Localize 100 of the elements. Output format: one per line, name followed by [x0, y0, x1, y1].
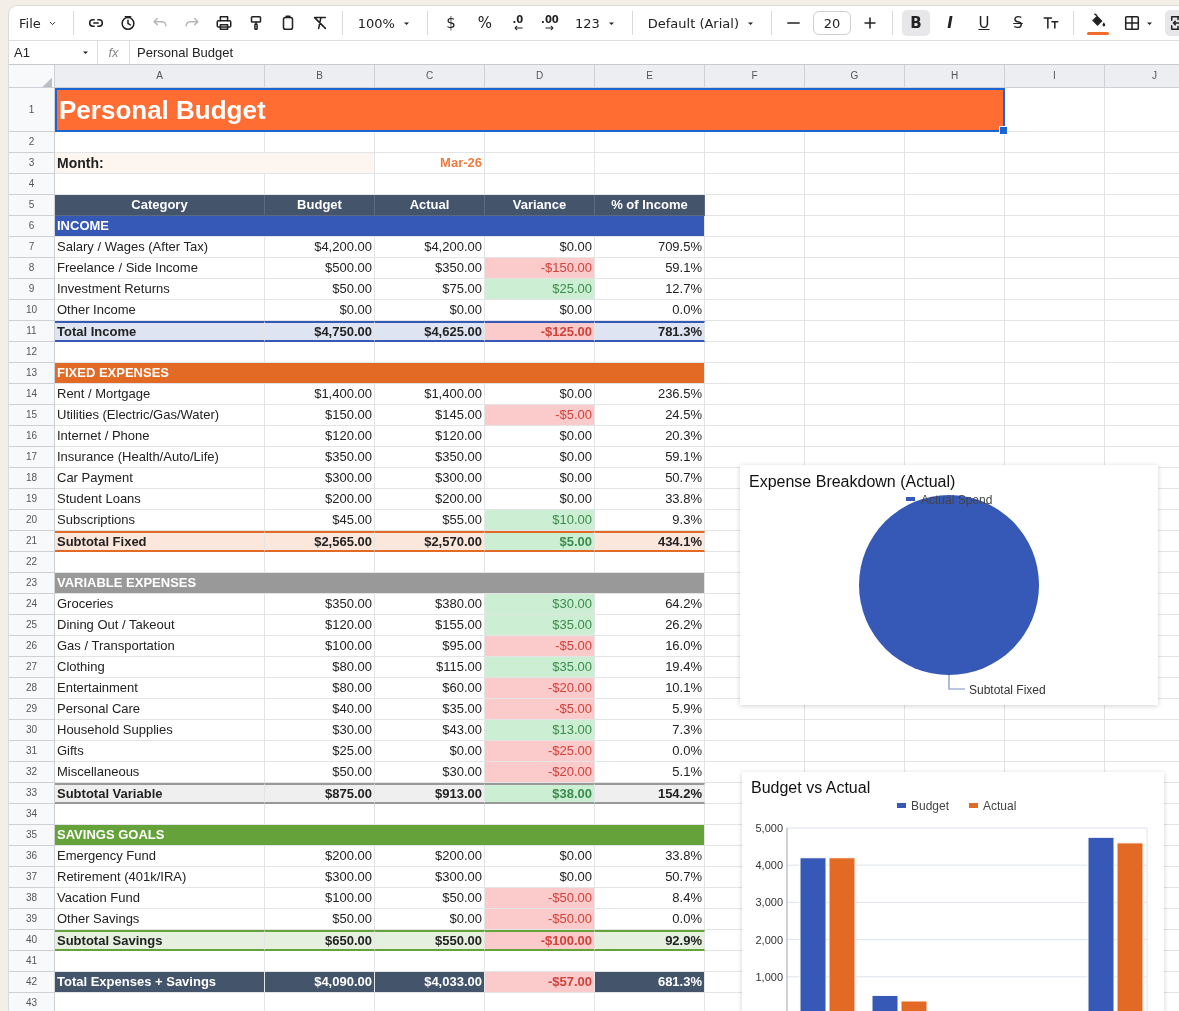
- table-cell: Retirement (401k/IRA): [55, 867, 265, 888]
- table-cell: 24.5%: [595, 405, 705, 426]
- clock-icon: [118, 14, 137, 32]
- table-cell: $2,570.00: [375, 531, 485, 552]
- table-cell: $350.00: [375, 447, 485, 468]
- table-cell: -$5.00: [485, 636, 595, 657]
- selection-handle[interactable]: [999, 126, 1008, 135]
- column-heading: A: [55, 65, 265, 88]
- table-cell: $350.00: [265, 447, 375, 468]
- table-cell: 16.0%: [595, 636, 705, 657]
- formula-field[interactable]: Personal Budget: [130, 41, 234, 64]
- table-cell: Gas / Transportation: [55, 636, 265, 657]
- table-cell: $4,625.00: [375, 321, 485, 342]
- text-style-button[interactable]: I: [935, 10, 964, 36]
- row-number: 40: [9, 930, 55, 951]
- table-cell: Investment Returns: [55, 279, 265, 300]
- table-cell: 8.4%: [595, 888, 705, 909]
- row-number: 32: [9, 762, 55, 783]
- table-cell: 50.7%: [595, 468, 705, 489]
- row-number: 35: [9, 825, 55, 846]
- row-number: 24: [9, 594, 55, 615]
- row-number: 9: [9, 279, 55, 300]
- table-cell: -$5.00: [485, 405, 595, 426]
- table-cell: Freelance / Side Income: [55, 258, 265, 279]
- font-size-field[interactable]: 20: [812, 11, 851, 35]
- table-cell: $300.00: [265, 867, 375, 888]
- table-cell: $200.00: [375, 846, 485, 867]
- row-number: 36: [9, 846, 55, 867]
- corner-triangle-icon: [40, 75, 52, 87]
- table-cell: 781.3%: [595, 321, 705, 342]
- section-heading: FIXED EXPENSES: [55, 363, 705, 384]
- table-cell: 10.1%: [595, 678, 705, 699]
- grid-icon: [1122, 14, 1141, 32]
- axis-tick-label: 4,000: [755, 859, 783, 872]
- table-cell: 33.8%: [595, 489, 705, 510]
- table-cell: -$100.00: [485, 930, 595, 951]
- name-box[interactable]: A1: [9, 41, 98, 64]
- table-cell: $500.00: [265, 258, 375, 279]
- row-number: 11: [9, 321, 55, 342]
- table-cell: -$50.00: [485, 888, 595, 909]
- table-cell: 434.1%: [595, 531, 705, 552]
- decimal-button[interactable]: .0: [504, 10, 531, 36]
- row-number: 30: [9, 720, 55, 741]
- table-cell: $80.00: [265, 657, 375, 678]
- table-cell: $30.00: [265, 720, 375, 741]
- arrow-icon: [543, 25, 556, 31]
- table-cell: 19.4%: [595, 657, 705, 678]
- table-cell: $4,200.00: [265, 237, 375, 258]
- axis-tick-label: 2,000: [755, 933, 783, 946]
- text-size-icon: [1041, 14, 1060, 32]
- table-cell: Groceries: [55, 594, 265, 615]
- table-cell: $0.00: [485, 447, 595, 468]
- column-header: Budget: [265, 195, 375, 216]
- table-cell: -$25.00: [485, 741, 595, 762]
- row-number: 14: [9, 384, 55, 405]
- table-cell: $650.00: [265, 930, 375, 951]
- table-cell: 7.3%: [595, 720, 705, 741]
- dropdown-button[interactable]: Default (Arial): [641, 10, 762, 36]
- table-cell: 709.5%: [595, 237, 705, 258]
- table-cell: $0.00: [485, 846, 595, 867]
- axis-tick-label: 5,000: [755, 822, 783, 834]
- month-label: Month:: [55, 153, 375, 174]
- table-cell: Clothing: [55, 657, 265, 678]
- axis-tick-label: 1,000: [755, 970, 783, 983]
- slice-label: Subtotal Fixed: [969, 683, 1046, 697]
- table-cell: $0.00: [485, 426, 595, 447]
- section-heading: INCOME: [55, 216, 705, 237]
- row-number: 1: [9, 88, 55, 132]
- text-style-button[interactable]: U: [969, 10, 998, 36]
- format-button[interactable]: %: [470, 10, 499, 36]
- row-number: 7: [9, 237, 55, 258]
- table-cell: $4,200.00: [375, 237, 485, 258]
- format-button[interactable]: $: [436, 10, 465, 36]
- table-cell: 64.2%: [595, 594, 705, 615]
- decimal-button[interactable]: .00: [536, 10, 563, 36]
- table-cell: Internet / Phone: [55, 426, 265, 447]
- column-header: Variance: [485, 195, 595, 216]
- table-cell: $25.00: [265, 741, 375, 762]
- legend-label: Budget: [911, 799, 950, 813]
- text-style-button[interactable]: B: [901, 10, 930, 36]
- table-cell: $100.00: [265, 888, 375, 909]
- table-cell: $120.00: [265, 426, 375, 447]
- table-cell: -$5.00: [485, 699, 595, 720]
- table-cell: $10.00: [485, 510, 595, 531]
- table-cell: 33.8%: [595, 846, 705, 867]
- dropdown-button[interactable]: File: [13, 10, 64, 36]
- row-number: 25: [9, 615, 55, 636]
- table-cell: Subtotal Fixed: [55, 531, 265, 552]
- table-cell: Utilities (Electric/Gas/Water): [55, 405, 265, 426]
- table-cell: Emergency Fund: [55, 846, 265, 867]
- dropdown-button[interactable]: 123: [568, 10, 623, 36]
- table-cell: 12.7%: [595, 279, 705, 300]
- text-style-button[interactable]: S: [1003, 10, 1032, 36]
- table-cell: Subtotal Variable: [55, 783, 265, 804]
- table-cell: Total Expenses + Savings: [55, 972, 265, 993]
- table-cell: $300.00: [375, 867, 485, 888]
- dropdown-button[interactable]: 100%: [351, 10, 418, 36]
- table-cell: $875.00: [265, 783, 375, 804]
- row-number: 19: [9, 489, 55, 510]
- table-cell: $913.00: [375, 783, 485, 804]
